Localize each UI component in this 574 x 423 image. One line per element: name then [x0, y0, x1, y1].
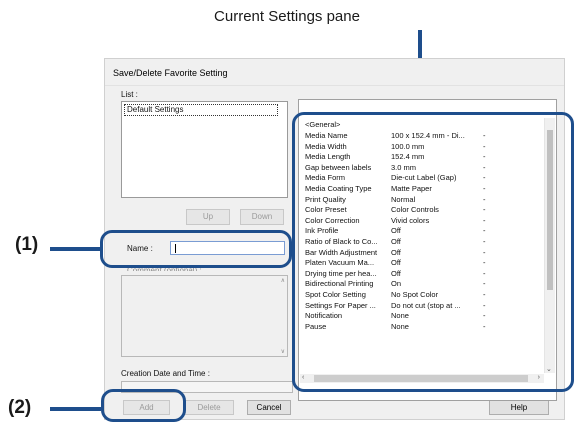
- creation-date-label: Creation Date and Time :: [121, 369, 210, 378]
- dialog-title: Save/Delete Favorite Setting: [113, 68, 228, 78]
- title-divider: [105, 85, 564, 86]
- marker-1-label: (1): [15, 234, 39, 255]
- favorites-list[interactable]: Default Settings: [121, 101, 288, 198]
- name-field-highlight: [100, 230, 292, 268]
- scroll-up-icon: ∧: [280, 278, 285, 284]
- marker-2-line: [50, 407, 101, 411]
- current-settings-pane-caption: Current Settings pane: [214, 8, 360, 25]
- cancel-button[interactable]: Cancel: [247, 400, 291, 415]
- up-button[interactable]: Up: [186, 209, 230, 225]
- down-button[interactable]: Down: [240, 209, 284, 225]
- help-button[interactable]: Help: [489, 400, 549, 415]
- delete-button[interactable]: Delete: [184, 400, 234, 415]
- add-button-highlight: [101, 389, 186, 422]
- list-label: List :: [121, 90, 138, 99]
- marker-2-label: (2): [8, 397, 32, 418]
- current-settings-highlight: [292, 112, 574, 392]
- list-item[interactable]: Default Settings: [124, 104, 278, 116]
- marker-1-line: [50, 247, 100, 251]
- scroll-down-icon: ∨: [280, 349, 285, 355]
- comment-textarea[interactable]: ∧ ∨: [121, 275, 288, 357]
